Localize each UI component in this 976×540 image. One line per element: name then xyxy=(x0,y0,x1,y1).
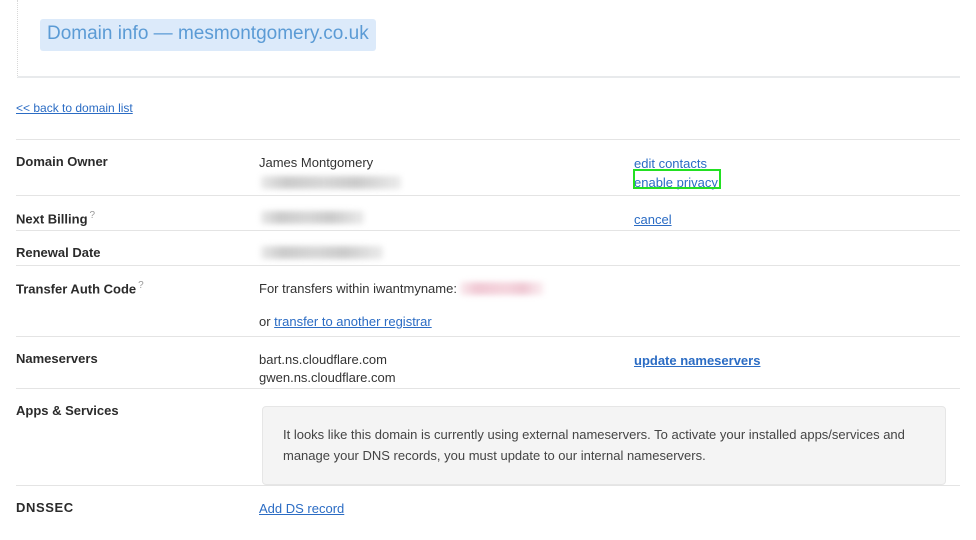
row-label-renewal-date: Renewal Date xyxy=(16,231,259,260)
transfer-or-text: or xyxy=(259,314,275,329)
row-label-apps-services: Apps & Services xyxy=(16,389,259,418)
table-row-domain-owner: Domain Owner James Montgomery edit conta… xyxy=(16,139,960,195)
row-label-nameservers: Nameservers xyxy=(16,337,259,366)
row-label-transfer-auth-code: Transfer Auth Code? xyxy=(16,266,259,296)
transfer-to-another-registrar-link[interactable]: transfer to another registrar xyxy=(274,314,432,329)
label-text: Next Billing xyxy=(16,211,88,227)
external-nameservers-notice: It looks like this domain is currently u… xyxy=(262,406,946,485)
row-value-dnssec: Add DS record xyxy=(259,486,634,517)
page-title: Domain info — mesmontgomery.co.uk xyxy=(40,19,376,51)
domain-info-table: Domain Owner James Montgomery edit conta… xyxy=(16,139,960,527)
redacted-renewal-date xyxy=(261,246,383,259)
row-value-renewal-date xyxy=(259,231,634,265)
table-row-transfer-auth-code: Transfer Auth Code? For transfers within… xyxy=(16,265,960,336)
row-actions-domain-owner: edit contacts enable privacy xyxy=(634,140,960,192)
transfer-auth-line: For transfers within iwantmyname: xyxy=(259,280,759,297)
owner-name: James Montgomery xyxy=(259,155,374,170)
transfer-auth-prefix: For transfers within iwantmyname: xyxy=(259,281,457,296)
redacted-auth-code xyxy=(459,282,544,295)
row-value-domain-owner: James Montgomery xyxy=(259,140,634,195)
edit-contacts-link[interactable]: edit contacts xyxy=(634,156,707,171)
cancel-link[interactable]: cancel xyxy=(634,212,672,227)
label-text: DNSSEC xyxy=(16,500,74,515)
row-label-dnssec: DNSSEC xyxy=(16,486,259,515)
update-nameservers-link[interactable]: update nameservers xyxy=(634,353,760,368)
label-text: Nameservers xyxy=(16,351,98,366)
row-value-transfer-auth-code: For transfers within iwantmyname: or tra… xyxy=(259,266,759,330)
label-text: Renewal Date xyxy=(16,245,101,260)
label-text: Apps & Services xyxy=(16,403,119,418)
redacted-owner-address xyxy=(261,176,401,189)
nameserver-item: gwen.ns.cloudflare.com xyxy=(259,370,396,385)
table-row-nameservers: Nameservers bart.ns.cloudflare.com gwen.… xyxy=(16,336,960,388)
label-text: Transfer Auth Code xyxy=(16,281,137,297)
row-value-apps-services: It looks like this domain is currently u… xyxy=(259,389,969,485)
table-row-renewal-date: Renewal Date xyxy=(16,230,960,265)
row-value-next-billing xyxy=(259,196,634,230)
domain-info-page: Domain info — mesmontgomery.co.uk << bac… xyxy=(0,0,976,540)
row-actions-next-billing: cancel xyxy=(634,196,960,229)
row-label-domain-owner: Domain Owner xyxy=(16,140,259,169)
row-actions-renewal-date xyxy=(634,231,960,245)
row-value-nameservers: bart.ns.cloudflare.com gwen.ns.cloudflar… xyxy=(259,337,634,387)
help-icon-next-billing[interactable]: ? xyxy=(90,210,96,221)
nameserver-item: bart.ns.cloudflare.com xyxy=(259,352,387,367)
row-label-next-billing: Next Billing? xyxy=(16,196,259,226)
table-row-next-billing: Next Billing? cancel xyxy=(16,195,960,230)
back-to-domain-list-link[interactable]: << back to domain list xyxy=(16,101,133,115)
row-actions-transfer-auth-code xyxy=(759,266,960,280)
redacted-next-billing-date xyxy=(261,211,364,224)
add-ds-record-link[interactable]: Add DS record xyxy=(259,501,344,516)
table-row-apps-services: Apps & Services It looks like this domai… xyxy=(16,388,960,485)
enable-privacy-link[interactable]: enable privacy xyxy=(634,175,718,190)
transfer-registrar-line: or transfer to another registrar xyxy=(259,313,759,330)
breadcrumb: << back to domain list xyxy=(16,99,133,117)
row-actions-dnssec xyxy=(634,486,960,500)
label-text: Domain Owner xyxy=(16,154,108,169)
page-header: Domain info — mesmontgomery.co.uk xyxy=(17,0,960,78)
table-row-dnssec: DNSSEC Add DS record xyxy=(16,485,960,527)
row-actions-nameservers: update nameservers xyxy=(634,337,960,370)
help-icon-transfer-auth-code[interactable]: ? xyxy=(138,280,144,291)
